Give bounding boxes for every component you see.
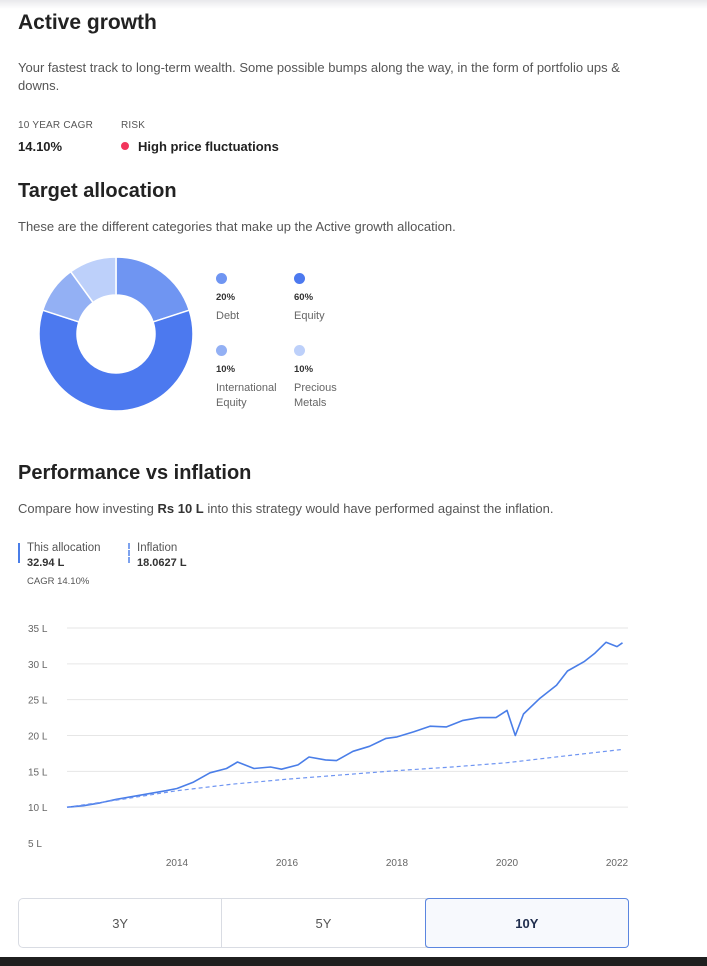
- x-tick-label: 2022: [606, 858, 629, 869]
- tab-5y[interactable]: 5Y: [222, 899, 426, 947]
- bottom-bar: [0, 957, 707, 966]
- solid-line-marker: [18, 543, 20, 563]
- legend-name-line2: Equity: [216, 397, 247, 409]
- y-tick-label: 35 L: [28, 624, 48, 635]
- cagr-label: 10 YEAR CAGR: [18, 120, 94, 131]
- y-tick-label: 10 L: [28, 803, 48, 814]
- legend-name: Precious: [294, 382, 337, 394]
- risk-value: High price fluctuations: [138, 139, 279, 154]
- y-tick-label: 30 L: [28, 660, 48, 671]
- donut-slice-0: [115, 256, 191, 323]
- legend-item-precious-metals: 10% Precious Metals: [294, 345, 337, 411]
- desc-post: into this strategy would have performed …: [207, 501, 554, 516]
- y-tick-label: 5 L: [28, 839, 42, 850]
- y-tick-label: 20 L: [28, 732, 48, 743]
- legend-percent: 60%: [294, 292, 314, 303]
- legend-name: Equity: [294, 310, 325, 322]
- y-tick-label: 15 L: [28, 767, 48, 778]
- risk-label: RISK: [121, 120, 146, 131]
- desc-pre: Compare how investing: [18, 501, 154, 516]
- strategy-description: Your fastest track to long-term wealth. …: [18, 60, 620, 93]
- top-divider: [0, 0, 707, 9]
- tab-3y[interactable]: 3Y: [19, 899, 223, 947]
- allocation-donut-chart: [38, 256, 194, 412]
- this-allocation-summary: This allocation 32.94 L CAGR 14.10%: [18, 541, 101, 587]
- y-tick-label: 25 L: [28, 696, 48, 707]
- x-tick-label: 2014: [166, 858, 189, 869]
- legend-item-international-equity: 10% International Equity: [216, 345, 277, 411]
- legend-percent: 10%: [216, 364, 236, 375]
- cagr-value: 14.10%: [18, 139, 63, 154]
- dashed-line-marker: [128, 543, 130, 563]
- allocation-title: Target allocation: [18, 180, 177, 202]
- legend-percent: 10%: [294, 364, 314, 375]
- legend-percent: 20%: [216, 292, 236, 303]
- legend-dot: [216, 345, 227, 356]
- x-tick-label: 2016: [276, 858, 299, 869]
- this-allocation-label: This allocation: [27, 542, 101, 554]
- desc-amount: Rs 10 L: [157, 501, 204, 516]
- risk-indicator-dot: [121, 142, 129, 150]
- legend-name-line2: Metals: [294, 397, 327, 409]
- this-allocation-cagr: CAGR 14.10%: [27, 576, 90, 587]
- x-tick-label: 2018: [386, 858, 409, 869]
- legend-item-equity: 60% Equity: [294, 273, 325, 324]
- performance-title: Performance vs inflation: [18, 462, 252, 484]
- donut-slice-1: [38, 309, 194, 412]
- strategy-title: Active growth: [18, 11, 157, 34]
- inflation-value: 18.0627 L: [137, 557, 187, 569]
- period-selector: 3Y 5Y 10Y: [18, 898, 629, 948]
- legend-dot: [216, 273, 227, 284]
- allocation-description: These are the different categories that …: [18, 219, 456, 234]
- legend-name: International: [216, 382, 277, 394]
- x-tick-label: 2020: [496, 858, 519, 869]
- series-line-inflation: [66, 748, 623, 808]
- this-allocation-value: 32.94 L: [27, 557, 65, 569]
- legend-item-debt: 20% Debt: [216, 273, 239, 324]
- tab-10y[interactable]: 10Y: [424, 898, 629, 948]
- legend-dot: [294, 273, 305, 284]
- legend-dot: [294, 345, 305, 356]
- performance-description: Compare how investing Rs 10 L into this …: [18, 501, 554, 516]
- performance-line-chart: 35 L 30 L 25 L 20 L 15 L 10 L 5 L 2014 2016 2018 2…: [28, 624, 629, 869]
- inflation-summary: Inflation 18.0627 L: [128, 541, 187, 570]
- legend-name: Debt: [216, 310, 240, 322]
- series-line-this-allocation: [66, 641, 623, 808]
- inflation-label: Inflation: [137, 542, 178, 554]
